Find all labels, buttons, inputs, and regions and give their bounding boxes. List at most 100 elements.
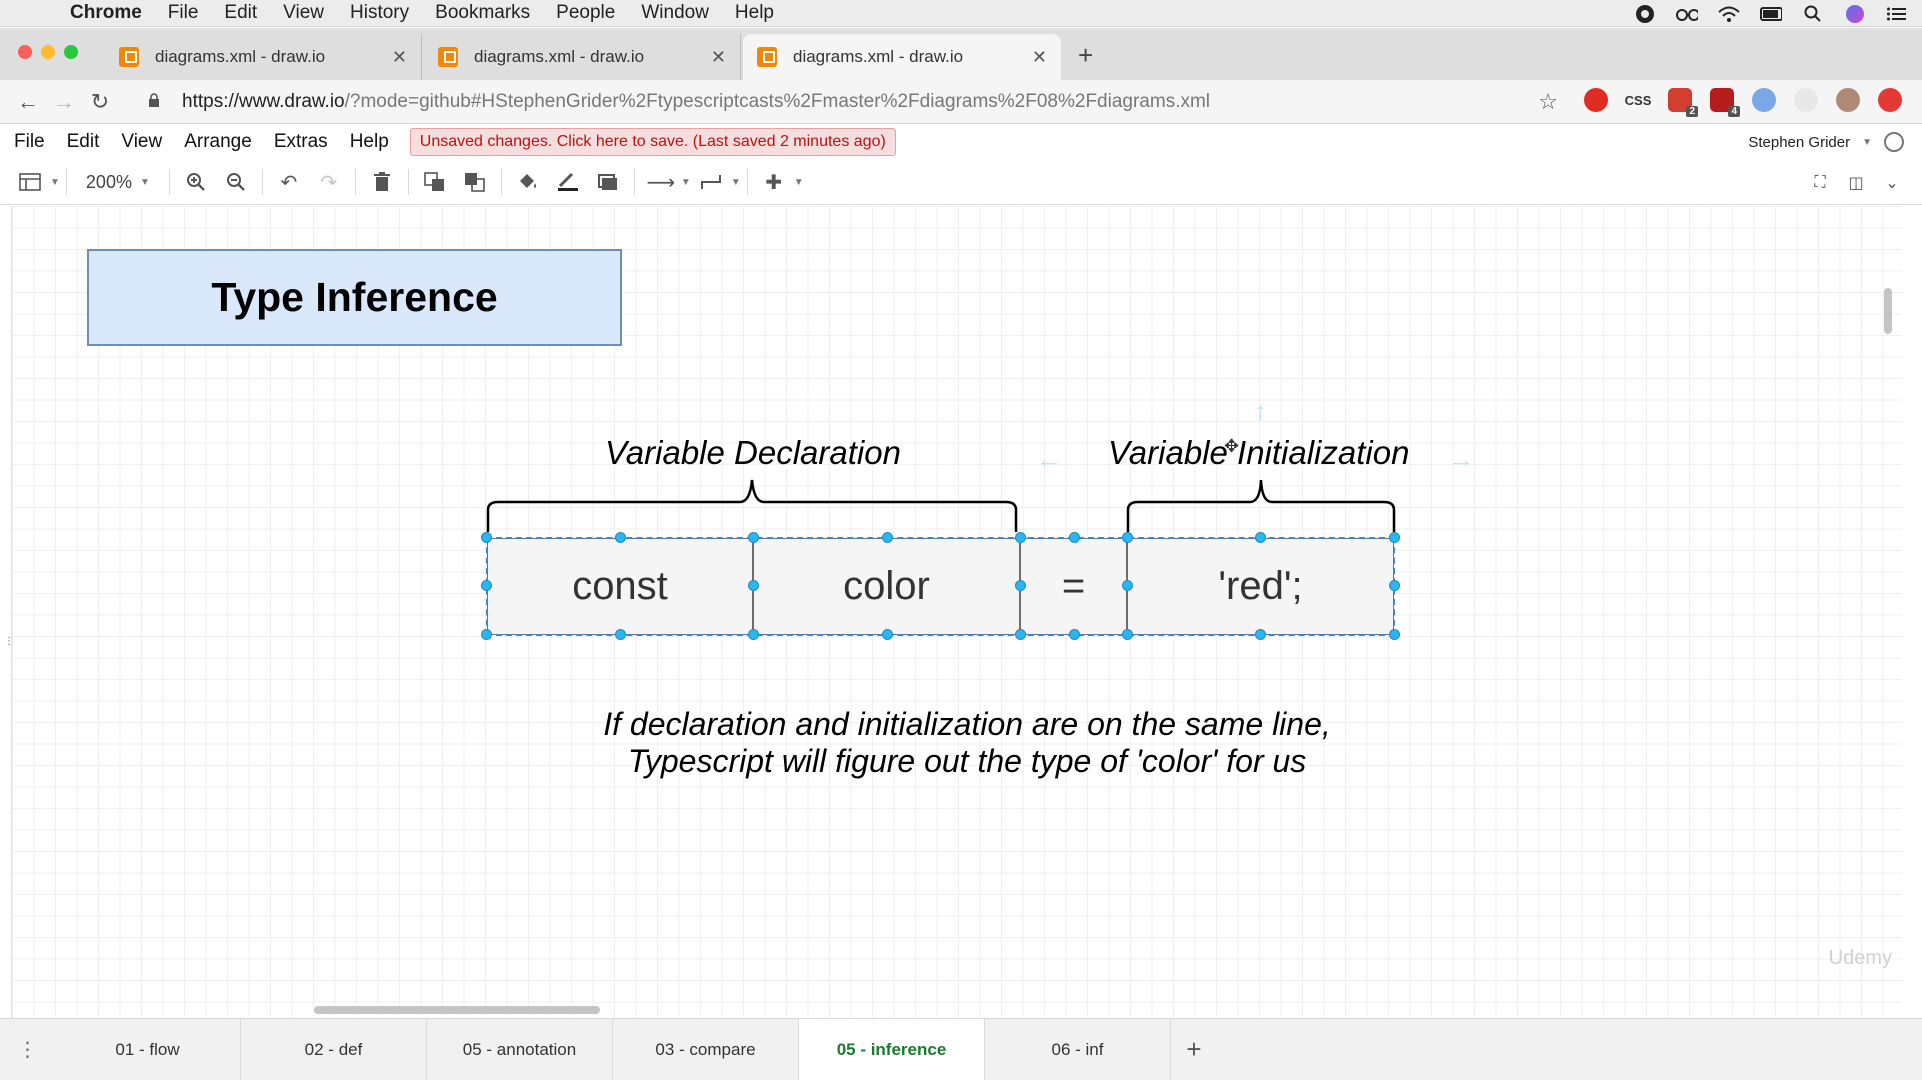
cell-color[interactable]: color [753,538,1020,635]
bookmark-star-icon[interactable]: ☆ [1538,89,1558,115]
drawio-menu-file[interactable]: File [0,131,56,153]
profile-avatar[interactable] [1836,88,1860,112]
close-icon[interactable]: ✕ [392,47,407,68]
waypoints-icon[interactable] [691,167,731,197]
collapse-chevron-icon[interactable]: ⌄ [1880,168,1904,198]
drawio-menu-arrange[interactable]: Arrange [173,131,263,153]
horizontal-scrollbar[interactable] [314,1006,600,1014]
fill-color-icon[interactable] [508,167,548,197]
close-window-button[interactable] [18,45,32,59]
zoom-out-icon[interactable] [216,167,256,197]
resize-handle[interactable] [1389,629,1400,640]
url-field[interactable]: https://www.draw.io/?mode=github#HStephe… [148,86,1558,118]
chevron-down-icon[interactable]: ▼ [50,177,60,188]
resize-handle[interactable] [882,532,893,543]
menu-history[interactable]: History [337,2,422,24]
page-tab[interactable]: 01 - flow [55,1019,241,1080]
cell-red[interactable]: 'red'; [1127,538,1394,635]
menu-people[interactable]: People [543,2,628,24]
chevron-down-icon[interactable]: ▼ [681,177,691,188]
notification-center-icon[interactable] [1886,5,1908,23]
menu-file[interactable]: File [155,2,212,24]
vpn-extension-icon[interactable] [1752,88,1776,112]
resize-handle[interactable] [1122,580,1133,591]
shield-extension-icon[interactable]: 4 [1710,88,1740,117]
cell-equals[interactable]: = [1020,538,1127,635]
zoom-select[interactable]: 200% ▼ [73,172,163,193]
creative-cloud-icon[interactable] [1634,4,1656,23]
drawio-menu-view[interactable]: View [110,131,173,153]
page-tab[interactable]: 03 - compare [613,1019,799,1080]
arrow-left-icon[interactable]: ← [1036,444,1062,475]
redo-icon[interactable]: ↷ [309,167,349,197]
new-tab-icon[interactable]: + [1078,40,1093,71]
resize-handle[interactable] [481,629,492,640]
cell-const[interactable]: const [487,538,753,635]
reload-icon[interactable]: ↻ [82,89,118,115]
resize-handle[interactable] [615,532,626,543]
language-globe-icon[interactable] [1884,132,1904,152]
format-panel-toggle-icon[interactable] [10,167,50,197]
page-tab[interactable]: 05 - annotation [427,1019,613,1080]
to-front-icon[interactable] [415,167,455,197]
arrow-up-icon[interactable]: ↑ [1254,396,1267,427]
close-icon[interactable]: ✕ [711,47,726,68]
variable-declaration-label[interactable]: Variable Declaration [605,434,901,472]
delete-trash-icon[interactable] [362,167,402,197]
explanation-note[interactable]: If declaration and initialization are on… [452,706,1482,780]
battery-icon[interactable] [1760,5,1782,23]
wifi-icon[interactable] [1718,5,1740,23]
add-page-icon[interactable]: + [1171,1019,1217,1080]
diagram-canvas[interactable]: Type Inference Variable Declaration Vari… [12,206,1902,1018]
resize-handle[interactable] [748,580,759,591]
spotlight-search-icon[interactable] [1802,5,1824,23]
menu-view[interactable]: View [270,2,337,24]
undo-icon[interactable]: ↶ [269,167,309,197]
back-arrow-icon[interactable]: ← [10,89,46,115]
resize-handle[interactable] [1389,532,1400,543]
resize-handle[interactable] [748,532,759,543]
resize-handle[interactable] [481,532,492,543]
declaration-brace[interactable] [486,478,1026,534]
adblock-extension-icon[interactable] [1584,88,1608,112]
user-name[interactable]: Stephen Grider [1748,134,1850,151]
split-view-icon[interactable]: ◫ [1844,168,1868,198]
page-tab-active[interactable]: 05 - inference [799,1019,985,1080]
chevron-down-icon[interactable]: ▼ [731,177,741,188]
menu-bookmarks[interactable]: Bookmarks [422,2,543,24]
resize-handle[interactable] [1015,532,1026,543]
resize-handle[interactable] [1015,580,1026,591]
resize-handle[interactable] [1389,580,1400,591]
menu-window[interactable]: Window [628,2,722,24]
resize-handle[interactable] [748,629,759,640]
chevron-down-icon[interactable]: ▼ [1862,137,1872,148]
chevron-down-icon[interactable]: ▼ [794,177,804,188]
line-color-icon[interactable] [548,167,588,197]
zoom-window-button[interactable] [64,45,78,59]
drawio-menu-help[interactable]: Help [339,131,400,153]
connection-arrow-icon[interactable]: ⟶ [641,167,681,197]
zoom-in-icon[interactable] [176,167,216,197]
vertical-scrollbar[interactable] [1884,288,1892,334]
resize-handle[interactable] [1015,629,1026,640]
menu-edit[interactable]: Edit [211,2,270,24]
page-tab[interactable]: 02 - def [241,1019,427,1080]
forward-arrow-icon[interactable]: → [46,89,82,115]
drawio-menu-extras[interactable]: Extras [263,131,339,153]
calendar-extension-icon[interactable]: 2 [1668,88,1698,117]
lock-icon[interactable] [148,93,168,111]
drawio-menu-edit[interactable]: Edit [56,131,111,153]
browser-tab[interactable]: diagrams.xml - draw.io ✕ [105,34,422,80]
insert-plus-icon[interactable]: ✚ [754,167,794,197]
resize-handle[interactable] [1255,532,1266,543]
resize-handle[interactable] [481,580,492,591]
resize-handle[interactable] [1255,629,1266,640]
page-tab[interactable]: 06 - inf [985,1019,1171,1080]
diagram-title-box[interactable]: Type Inference [87,249,622,346]
resize-handle[interactable] [882,629,893,640]
browser-tab[interactable]: diagrams.xml - draw.io ✕ [424,34,741,80]
resize-handle[interactable] [1122,629,1133,640]
browser-tab-active[interactable]: diagrams.xml - draw.io ✕ [743,34,1061,80]
timer-extension-icon[interactable] [1794,88,1818,112]
minimize-window-button[interactable] [41,45,55,59]
